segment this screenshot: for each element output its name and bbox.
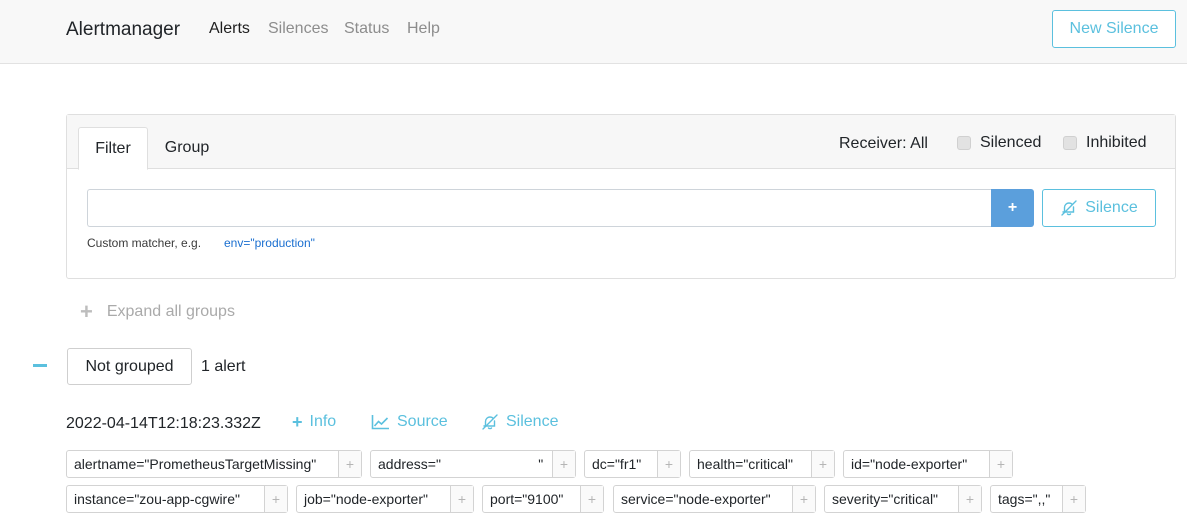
label-text[interactable]: alertname="PrometheusTargetMissing" (67, 451, 338, 477)
label-tag: dc="fr1" + (584, 450, 681, 478)
label-tag: instance="zou-app-cgwire" + (66, 485, 288, 513)
add-label-filter-button[interactable]: + (811, 451, 834, 477)
tab-group[interactable]: Group (153, 127, 221, 169)
add-label-filter-button[interactable]: + (657, 451, 680, 477)
label-text[interactable]: tags=",," (991, 486, 1062, 512)
label-tag: health="critical" + (689, 450, 835, 478)
label-text[interactable]: id="node-exporter" (844, 451, 989, 477)
filter-card-header: Filter Group Receiver: All Silenced Inhi… (67, 115, 1175, 170)
label-tag: alertname="PrometheusTargetMissing" + (66, 450, 362, 478)
group-name-button[interactable]: Not grouped (67, 348, 192, 385)
add-label-filter-button[interactable]: + (989, 451, 1012, 477)
silence-label: Silence (506, 413, 559, 430)
filter-input[interactable] (87, 189, 993, 227)
navbar: Alertmanager Alerts Silences Status Help… (0, 0, 1187, 64)
label-text[interactable]: address=" " (371, 451, 552, 477)
filter-card: Filter Group Receiver: All Silenced Inhi… (66, 114, 1176, 279)
matcher-hint: Custom matcher, e.g. (87, 236, 202, 250)
add-label-filter-button[interactable]: + (580, 486, 603, 512)
nav-help[interactable]: Help (407, 20, 440, 38)
label-text[interactable]: dc="fr1" (585, 451, 657, 477)
label-tag: severity="critical" + (824, 485, 982, 513)
label-text[interactable]: health="critical" (690, 451, 811, 477)
label-text[interactable]: port="9100" (483, 486, 580, 512)
expand-all-groups-button[interactable]: + Expand all groups (80, 299, 235, 324)
add-label-filter-button[interactable]: + (552, 451, 575, 477)
brand-logo[interactable]: Alertmanager (66, 19, 180, 41)
silenced-toggle[interactable]: Silenced (957, 134, 1041, 152)
label-tag: port="9100" + (482, 485, 604, 513)
silence-filter-label: Silence (1085, 199, 1138, 216)
matcher-example-link[interactable]: env="production" (224, 236, 315, 250)
label-tag: address=" " + (370, 450, 576, 478)
plus-icon: + (292, 412, 303, 432)
group-alert-count: 1 alert (201, 358, 246, 375)
inhibited-toggle[interactable]: Inhibited (1063, 134, 1147, 152)
inhibited-checkbox[interactable] (1063, 136, 1077, 150)
add-label-filter-button[interactable]: + (264, 486, 287, 512)
add-label-filter-button[interactable]: + (958, 486, 981, 512)
silenced-label: Silenced (980, 134, 1042, 151)
label-tag: id="node-exporter" + (843, 450, 1013, 478)
receiver-selector[interactable]: Receiver: All (839, 135, 928, 153)
label-tag: tags=",," + (990, 485, 1086, 513)
bell-slash-icon (1061, 200, 1077, 216)
add-label-filter-button[interactable]: + (338, 451, 361, 477)
silenced-checkbox[interactable] (957, 136, 971, 150)
alert-source-button[interactable]: Source (371, 413, 448, 431)
nav-alerts[interactable]: Alerts (209, 20, 250, 38)
plus-icon: + (80, 299, 93, 324)
alert-silence-button[interactable]: Silence (481, 413, 558, 431)
collapse-group-icon[interactable] (33, 364, 47, 367)
label-tag: job="node-exporter" + (296, 485, 474, 513)
source-label: Source (397, 413, 448, 430)
chart-line-icon (371, 415, 389, 430)
add-label-filter-button[interactable]: + (1062, 486, 1085, 512)
inhibited-label: Inhibited (1086, 134, 1147, 151)
bell-slash-icon (482, 414, 498, 430)
add-label-filter-button[interactable]: + (450, 486, 473, 512)
label-tag: service="node-exporter" + (613, 485, 816, 513)
add-filter-button[interactable]: + (991, 189, 1034, 227)
alert-info-button[interactable]: + Info (292, 413, 336, 431)
nav-silences[interactable]: Silences (268, 20, 328, 38)
alert-timestamp: 2022-04-14T12:18:23.332Z (66, 415, 261, 432)
add-label-filter-button[interactable]: + (792, 486, 815, 512)
label-text[interactable]: service="node-exporter" (614, 486, 792, 512)
expand-all-label: Expand all groups (106, 303, 235, 320)
info-label: Info (309, 413, 337, 430)
label-text[interactable]: job="node-exporter" (297, 486, 450, 512)
nav-status[interactable]: Status (344, 20, 389, 38)
label-text[interactable]: severity="critical" (825, 486, 958, 512)
new-silence-button[interactable]: New Silence (1052, 10, 1176, 48)
tab-filter[interactable]: Filter (78, 127, 148, 170)
silence-filter-button[interactable]: Silence (1042, 189, 1156, 227)
label-text[interactable]: instance="zou-app-cgwire" (67, 486, 264, 512)
